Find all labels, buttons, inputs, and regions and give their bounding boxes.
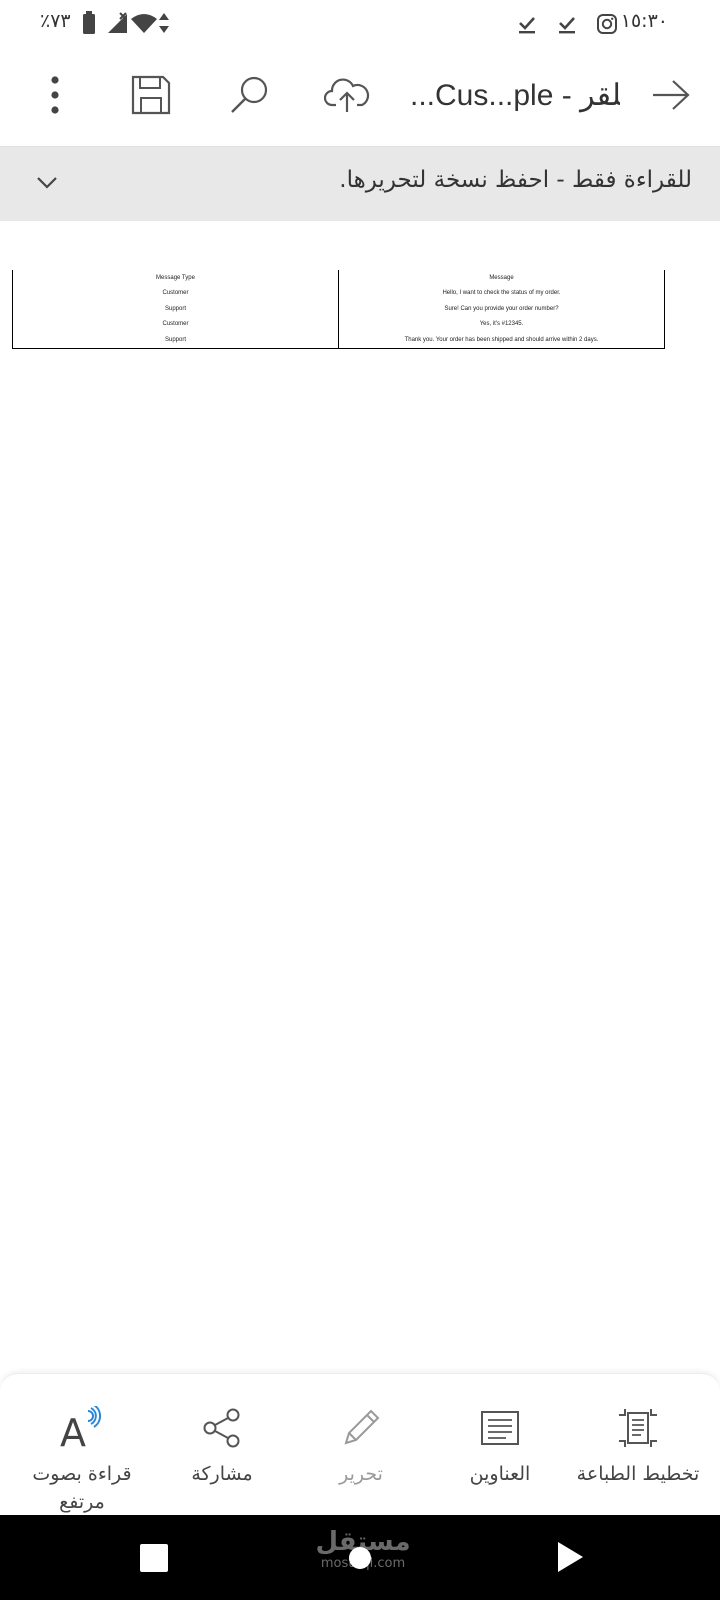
table-header-cell: Message Type: [12, 270, 339, 286]
app-toolbar: ...Cus...ple - للقر: [0, 48, 720, 147]
table-header-row: Message Type Message: [12, 270, 665, 286]
read-only-message: للقراءة فقط - احفظ نسخة لتحريرها.: [339, 167, 692, 193]
table-cell: Support: [12, 301, 339, 317]
play-icon[interactable]: [556, 1541, 584, 1577]
read-aloud-icon: A: [57, 1404, 107, 1452]
print-layout-label: تخطيط الطباعة: [576, 1463, 700, 1485]
table-cell: Customer: [12, 316, 339, 332]
status-time: ١٥:٣٠: [620, 10, 668, 32]
document-table: Message Type Message Customer Hello, I w…: [12, 270, 665, 349]
edit-label: تحرير: [339, 1463, 383, 1485]
home-icon[interactable]: [349, 1547, 371, 1569]
cloud-upload-icon[interactable]: [324, 72, 370, 118]
table-cell: Hello, I want to check the status of my …: [338, 285, 665, 301]
read-aloud-label: قراءة بصوت مرتفع: [32, 1463, 132, 1513]
chevron-down-icon[interactable]: [34, 169, 60, 195]
edit-button[interactable]: تحرير: [289, 1374, 433, 1516]
save-icon[interactable]: [128, 72, 174, 118]
download-done-icon: [556, 13, 578, 39]
instagram-icon: [596, 13, 618, 39]
bottom-action-bar: تخطيط الطباعة العناوين تحرير مشاركة A قر…: [0, 1373, 720, 1516]
headings-button[interactable]: العناوين: [428, 1374, 572, 1516]
table-cell: Yes, it's #12345.: [338, 316, 665, 332]
read-aloud-button[interactable]: A قراءة بصوت مرتفع: [10, 1374, 154, 1516]
pencil-icon: [336, 1404, 386, 1452]
table-cell: Sure! Can you provide your order number?: [338, 301, 665, 317]
signal-icon: [106, 12, 132, 38]
table-header-cell: Message: [338, 270, 665, 286]
read-only-banner[interactable]: للقراءة فقط - احفظ نسخة لتحريرها.: [0, 147, 720, 221]
headings-icon: [475, 1404, 525, 1452]
table-row: Support Sure! Can you provide your order…: [12, 301, 665, 317]
battery-icon: [82, 11, 96, 39]
wifi-icon: [130, 12, 158, 38]
back-arrow-icon[interactable]: [648, 72, 694, 118]
more-options-icon[interactable]: [32, 72, 78, 118]
download-done-icon: [516, 13, 538, 39]
table-row: Support Thank you. Your order has been s…: [12, 332, 665, 349]
share-label: مشاركة: [191, 1463, 253, 1485]
battery-percent: ٪٧٣: [40, 10, 71, 32]
data-arrows-icon: [158, 12, 170, 38]
share-icon: [197, 1404, 247, 1452]
document-title: ...Cus...ple - للقر: [410, 79, 620, 112]
print-layout-button[interactable]: تخطيط الطباعة: [566, 1374, 710, 1516]
table-cell: Thank you. Your order has been shipped a…: [338, 332, 665, 349]
share-button[interactable]: مشاركة: [150, 1374, 294, 1516]
svg-text:A: A: [60, 1411, 86, 1450]
search-icon[interactable]: [226, 72, 272, 118]
print-layout-icon: [613, 1404, 663, 1452]
table-row: Customer Hello, I want to check the stat…: [12, 285, 665, 301]
status-bar: ١٥:٣٠ ٪٧٣: [0, 0, 720, 48]
table-cell: Customer: [12, 285, 339, 301]
stop-icon[interactable]: [140, 1544, 168, 1572]
table-row: Customer Yes, it's #12345.: [12, 316, 665, 332]
headings-label: العناوين: [469, 1463, 531, 1485]
system-nav-bar: مستقل mostaql.com: [0, 1515, 720, 1600]
table-cell: Support: [12, 332, 339, 349]
